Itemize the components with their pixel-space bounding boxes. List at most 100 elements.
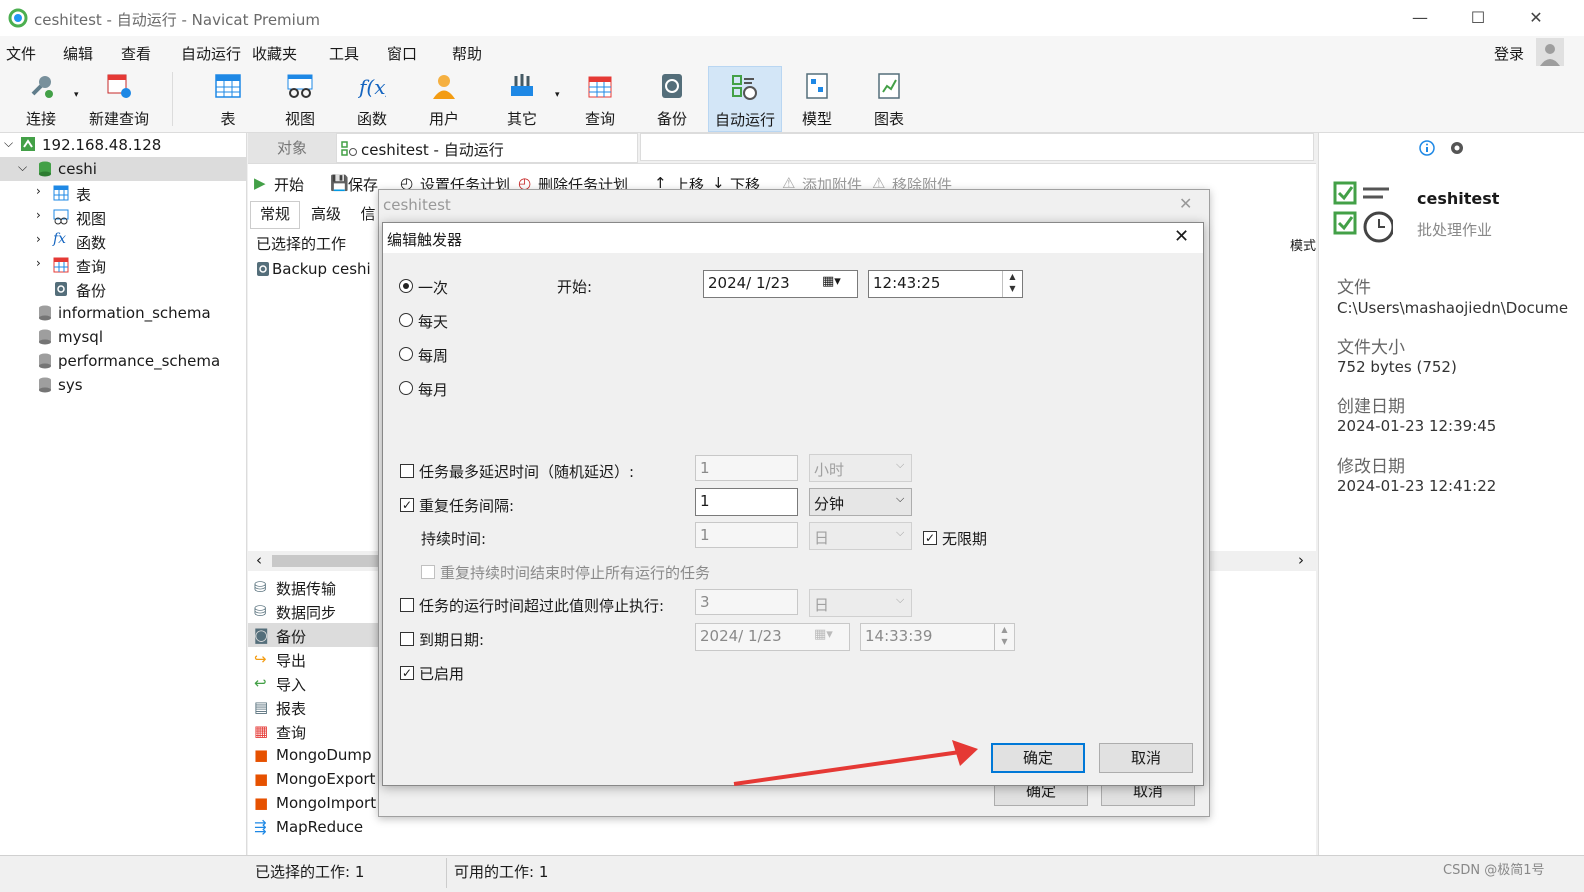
max-delay-checkbox[interactable] <box>400 464 414 478</box>
duration-unit-select[interactable]: 日 ⌵ <box>809 522 912 550</box>
infinite-checkbox[interactable]: ✓ <box>923 531 937 545</box>
tree-item-views[interactable]: › 视图 <box>0 205 246 229</box>
toolbar-backup-button[interactable]: 备份 <box>637 66 707 130</box>
info-created-label: 创建日期 <box>1337 397 1405 417</box>
chevron-right-icon[interactable]: › <box>36 208 41 222</box>
tree-item-functions[interactable]: › fx 函数 <box>0 229 246 253</box>
tree-item-queries[interactable]: › 查询 <box>0 253 246 277</box>
tree-database[interactable]: ⌵ ceshi <box>0 157 246 181</box>
start-date-picker[interactable]: 2024/ 1/23 ▦▾ <box>703 270 858 298</box>
tree-item-tables[interactable]: › 表 <box>0 181 246 205</box>
login-link[interactable]: 登录 <box>1494 43 1524 64</box>
expire-time-input[interactable]: 14:33:39 ▲ ▼ <box>860 623 1015 651</box>
schema-label: mysql <box>58 328 103 346</box>
chevron-right-icon[interactable]: › <box>36 232 41 246</box>
expire-checkbox[interactable] <box>400 632 414 646</box>
tree-schema[interactable]: mysql <box>0 325 246 349</box>
toolbar-chart-button[interactable]: 图表 <box>854 66 924 130</box>
tab-objects[interactable]: 对象 <box>248 133 336 163</box>
calendar-icon[interactable]: ▦▾ <box>822 274 841 289</box>
maximize-button[interactable]: ☐ <box>1468 8 1488 28</box>
duration-input[interactable]: 1 <box>695 522 798 548</box>
mode-column-header: 模式 <box>1290 239 1317 254</box>
radio-monthly[interactable] <box>399 381 413 395</box>
enabled-checkbox[interactable]: ✓ <box>400 666 414 680</box>
job-item[interactable]: Backup ceshi <box>254 257 378 281</box>
close-icon[interactable]: ✕ <box>1179 194 1192 213</box>
tree-schema[interactable]: information_schema <box>0 301 246 325</box>
minimize-button[interactable]: — <box>1410 8 1430 28</box>
chevron-right-icon[interactable]: › <box>36 184 41 198</box>
scroll-thumb[interactable] <box>272 555 382 567</box>
toolbar-user-button[interactable]: 用户 <box>409 66 479 130</box>
chevron-down-icon[interactable]: ▾ <box>555 90 560 100</box>
menu-edit[interactable]: 编辑 <box>63 43 93 64</box>
menu-window[interactable]: 窗口 <box>387 43 417 64</box>
expire-date-picker[interactable]: 2024/ 1/23 ▦▾ <box>695 623 850 651</box>
calendar-icon[interactable]: ▦▾ <box>814 627 833 642</box>
stop-after-checkbox[interactable] <box>400 598 414 612</box>
list-item[interactable]: ⇶ MapReduce <box>248 815 434 839</box>
max-delay-unit-select[interactable]: 小时 ⌵ <box>809 454 912 482</box>
menu-tools[interactable]: 工具 <box>329 43 359 64</box>
repeat-input[interactable]: 1 <box>695 488 798 516</box>
toolbar-table-button[interactable]: 表 <box>193 66 263 130</box>
time-spinner[interactable]: ▲ ▼ <box>994 624 1014 650</box>
scroll-right-icon[interactable]: › <box>1298 551 1304 569</box>
max-delay-input[interactable]: 1 <box>695 455 798 481</box>
stop-after-input[interactable]: 3 <box>695 589 798 615</box>
eye-icon[interactable] <box>1449 140 1465 156</box>
toolbar-function-button[interactable]: f(x) 函数 <box>337 66 407 130</box>
start-time-input[interactable]: 12:43:25 ▲ ▼ <box>868 270 1023 298</box>
stop-after-unit-select[interactable]: 日 ⌵ <box>809 589 912 617</box>
toolbar-model-button[interactable]: 模型 <box>782 66 852 130</box>
close-icon[interactable]: ✕ <box>1174 226 1189 247</box>
chevron-down-icon[interactable]: ▾ <box>74 90 79 100</box>
tree-connection[interactable]: ⌵ 192.168.48.128 <box>0 133 246 157</box>
start-time-value: 12:43:25 <box>873 274 941 292</box>
model-icon <box>806 73 828 99</box>
chevron-right-icon[interactable]: › <box>36 256 41 270</box>
tree-schema[interactable]: sys <box>0 373 246 397</box>
toolbar-view-button[interactable]: 视图 <box>265 66 335 130</box>
ok-button[interactable]: 确定 <box>991 743 1085 773</box>
close-window-button[interactable]: ✕ <box>1526 8 1546 28</box>
radio-once[interactable] <box>399 279 413 293</box>
toolbar-query-button[interactable]: 查询 <box>565 66 635 130</box>
toolbar-other-button[interactable]: 其它 <box>487 66 557 130</box>
chevron-down-icon[interactable]: ⌵ <box>18 160 27 175</box>
toolbar-connect-button[interactable]: 连接 <box>6 66 76 130</box>
radio-weekly[interactable] <box>399 347 413 361</box>
list-item-label: 查询 <box>276 724 307 742</box>
toolbar-automation-button[interactable]: 自动运行 <box>708 66 782 132</box>
menu-help[interactable]: 帮助 <box>452 43 482 64</box>
radio-daily[interactable] <box>399 313 413 327</box>
chevron-down-icon[interactable]: ⌵ <box>4 136 13 151</box>
repeat-checkbox[interactable]: ✓ <box>400 498 414 512</box>
avatar[interactable] <box>1536 38 1564 66</box>
tab-active[interactable]: ceshitest - 自动运行 <box>336 133 638 163</box>
subtab-info[interactable]: 信 <box>356 201 380 227</box>
menu-automation[interactable]: 自动运行 <box>181 43 241 64</box>
radio-daily-label[interactable]: 每天 <box>418 311 448 332</box>
tree-item-backups[interactable]: 备份 <box>0 277 246 301</box>
save-button[interactable]: 保存 <box>348 174 378 195</box>
radio-weekly-label[interactable]: 每周 <box>418 345 448 366</box>
menu-file[interactable]: 文件 <box>6 43 36 64</box>
repeat-unit-select[interactable]: 分钟 ⌵ <box>809 488 912 516</box>
toolbar-new-query-button[interactable]: 新建查询 <box>84 66 154 130</box>
time-spinner[interactable]: ▲ ▼ <box>1002 271 1022 297</box>
subtab-advanced[interactable]: 高级 <box>302 201 350 227</box>
scroll-left-icon[interactable]: ‹ <box>256 551 262 569</box>
menu-view[interactable]: 查看 <box>121 43 151 64</box>
toolbar-label: 函数 <box>356 110 387 128</box>
subtab-general[interactable]: 常规 <box>250 201 300 229</box>
menu-favorites[interactable]: 收藏夹 <box>252 43 297 64</box>
radio-once-label[interactable]: 一次 <box>418 277 448 298</box>
info-icon[interactable] <box>1419 140 1435 156</box>
start-button[interactable]: 开始 <box>274 174 304 195</box>
stop-all-checkbox[interactable] <box>421 565 435 579</box>
radio-monthly-label[interactable]: 每月 <box>418 379 448 400</box>
tree-schema[interactable]: performance_schema <box>0 349 246 373</box>
cancel-button[interactable]: 取消 <box>1099 743 1193 773</box>
